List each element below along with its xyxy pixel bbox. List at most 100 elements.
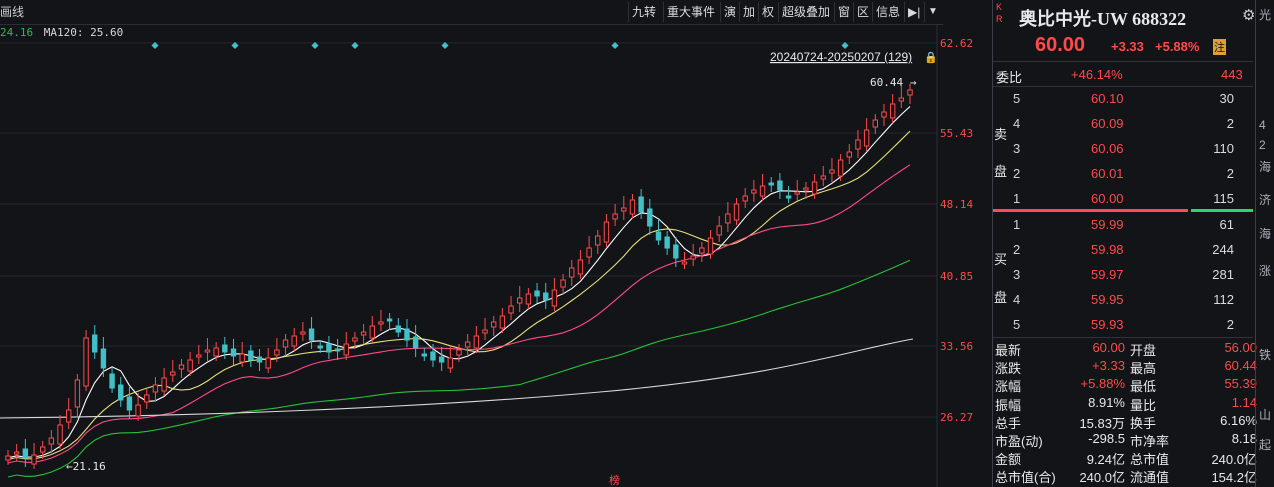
candle-body bbox=[803, 187, 809, 191]
candle-body bbox=[872, 119, 879, 128]
candle-body bbox=[152, 384, 159, 393]
candle-body bbox=[100, 348, 107, 369]
price-axis-tick: 62.62 bbox=[940, 37, 973, 50]
candle-body bbox=[473, 335, 480, 349]
level: 1 bbox=[1013, 217, 1021, 232]
price: 60.01 bbox=[1091, 166, 1124, 181]
candle-body bbox=[759, 185, 766, 197]
candle-body bbox=[57, 424, 63, 445]
super-overlay-button[interactable]: 超级叠加 bbox=[778, 2, 833, 22]
price-axis-tick: 48.14 bbox=[940, 198, 973, 211]
right-quote-label: 最低 bbox=[1130, 379, 1157, 395]
buy-level-row[interactable]: 2 59.98 244 bbox=[993, 238, 1240, 263]
buy-level-row[interactable]: 5 59.93 2 bbox=[993, 313, 1240, 338]
price: 59.97 bbox=[1091, 267, 1124, 282]
right-quote-label: 开盘 bbox=[1130, 343, 1157, 358]
price: 59.95 bbox=[1091, 292, 1124, 307]
jiuzhuan-button[interactable]: 九转 bbox=[628, 2, 659, 22]
right-quote-label: 最高 bbox=[1130, 361, 1157, 377]
candle-body bbox=[560, 279, 566, 288]
left-quote-label: 振幅 bbox=[995, 397, 1022, 413]
candle-body bbox=[811, 181, 818, 195]
volume: 30 bbox=[1219, 91, 1234, 106]
stock-name: 奥比中光-UW 688322 bbox=[1019, 9, 1187, 29]
cropped-edge-glyph: 济 bbox=[1259, 193, 1272, 207]
right-quote-value: 154.2亿 bbox=[1211, 470, 1257, 486]
level: 1 bbox=[1013, 191, 1021, 206]
candle-body bbox=[222, 344, 228, 353]
left-quote-value: +5.88% bbox=[1080, 376, 1125, 392]
info-button[interactable]: 信息 bbox=[872, 2, 903, 22]
dropdown-icon[interactable]: ▼ bbox=[924, 2, 941, 22]
cropped-edge-glyph: 海 bbox=[1259, 160, 1272, 174]
kr-badge-k: K bbox=[996, 2, 1003, 12]
candle-body bbox=[412, 336, 419, 349]
sell-level-row[interactable]: 5 60.10 30 bbox=[993, 87, 1240, 112]
volume: 2 bbox=[1226, 166, 1234, 181]
candle-body bbox=[256, 356, 263, 363]
candle-body bbox=[603, 221, 610, 243]
settings-gear-icon[interactable]: ⚙ bbox=[1242, 6, 1255, 24]
buy-level-row[interactable]: 3 59.97 281 bbox=[993, 263, 1240, 288]
pin-icon[interactable]: ▶| bbox=[904, 2, 923, 22]
candle-body bbox=[291, 335, 297, 347]
level: 4 bbox=[1013, 116, 1021, 131]
cropped-edge-glyph: 光 bbox=[1259, 8, 1272, 22]
candle-body bbox=[456, 349, 462, 356]
candle-body bbox=[118, 384, 124, 401]
candle-body bbox=[343, 343, 349, 356]
candle-body bbox=[352, 337, 358, 342]
demo-button[interactable]: 演 bbox=[720, 2, 739, 22]
candle-body bbox=[378, 321, 384, 325]
add-button[interactable]: 加 bbox=[739, 2, 758, 22]
left-quote-value: 9.24亿 bbox=[1086, 452, 1125, 468]
candle-body bbox=[92, 334, 98, 353]
candlestick-chart[interactable]: 62.62 55.43 48.14 40.85 33.56 26.27 20240724-… bbox=[0, 24, 994, 487]
ma5-line bbox=[7, 106, 911, 459]
left-quote-label: 市盈(动) bbox=[995, 434, 1043, 449]
left-quote-value: -298.5 bbox=[1088, 431, 1125, 446]
draw-line-tool[interactable]: 画线 bbox=[0, 3, 24, 20]
window-button[interactable]: 窗 bbox=[834, 2, 853, 22]
cropped-edge-glyph: 起 bbox=[1259, 438, 1272, 452]
lock-icon[interactable]: 🔒 bbox=[924, 51, 938, 64]
candle-body bbox=[881, 111, 887, 118]
date-range-label[interactable]: 20240724-20250207 (129) bbox=[770, 50, 912, 64]
candle-body bbox=[551, 289, 558, 307]
weicha-value: 443 bbox=[1221, 67, 1243, 82]
sell-level-row[interactable]: 4 60.09 2 bbox=[993, 112, 1240, 137]
price-axis-tick: 33.56 bbox=[940, 340, 973, 353]
buy-level-row[interactable]: 4 59.95 112 bbox=[993, 288, 1240, 313]
candle-body bbox=[699, 247, 705, 254]
candle-body bbox=[308, 328, 315, 341]
candle-body bbox=[586, 247, 592, 258]
candle-body bbox=[638, 196, 644, 213]
major-events-button[interactable]: 重大事件 bbox=[663, 2, 718, 22]
buy-level-row[interactable]: 1 59.99 61 bbox=[993, 213, 1240, 238]
sell-level-row[interactable]: 3 60.06 110 bbox=[993, 137, 1240, 162]
rights-button[interactable]: 权 bbox=[758, 2, 777, 22]
candle-body bbox=[274, 349, 280, 356]
right-quote-label: 总市值 bbox=[1130, 452, 1170, 468]
candle-body bbox=[673, 244, 679, 259]
range-button[interactable]: 区 bbox=[853, 2, 872, 22]
candle-body bbox=[170, 371, 176, 376]
price-axis-tick: 40.85 bbox=[940, 270, 973, 283]
candle-body bbox=[517, 297, 523, 304]
candle-body bbox=[83, 337, 89, 387]
candle-body bbox=[109, 373, 115, 389]
candle-body bbox=[707, 237, 714, 255]
sell-level-row[interactable]: 2 60.01 2 bbox=[993, 162, 1240, 187]
level: 5 bbox=[1013, 317, 1021, 332]
candle-body bbox=[733, 203, 740, 221]
left-quote-value: 8.91% bbox=[1088, 394, 1125, 410]
candle-body bbox=[837, 159, 844, 177]
volume: 244 bbox=[1212, 242, 1234, 257]
right-quote-value: 56.00 bbox=[1224, 340, 1257, 355]
candle-body bbox=[395, 325, 401, 333]
rank-marker[interactable]: 榜 bbox=[609, 473, 620, 487]
kr-badge-r: R bbox=[996, 14, 1003, 24]
candle-body bbox=[421, 353, 428, 357]
cropped-edge-glyph: 铁 bbox=[1259, 348, 1272, 362]
price: 60.06 bbox=[1091, 141, 1124, 156]
